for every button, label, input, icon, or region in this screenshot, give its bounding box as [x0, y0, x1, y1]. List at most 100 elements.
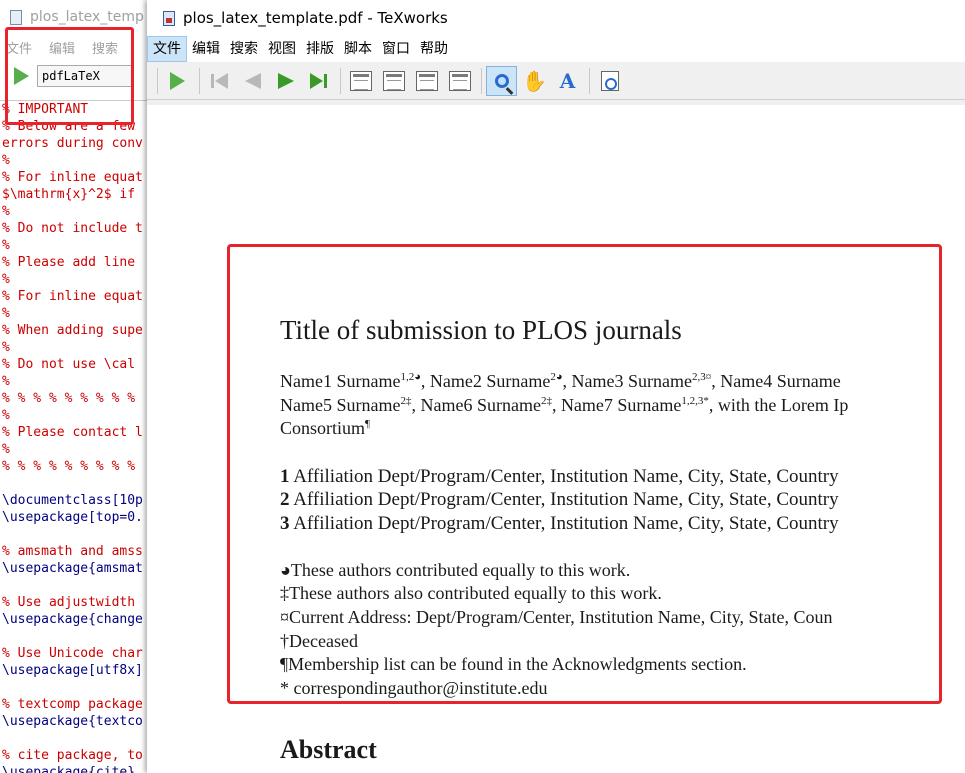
code-line: % textcomp package — [2, 697, 143, 712]
note-also-equal: ‡These authors also contributed equally … — [280, 583, 662, 603]
author-affil: 2‡ — [540, 395, 552, 407]
actual-size-button[interactable] — [345, 66, 376, 96]
next-page-button[interactable] — [270, 66, 301, 96]
source-code-area[interactable]: % IMPORTANT % Below are a few errors durin… — [0, 100, 147, 773]
paper-title: Title of submission to PLOS journals — [280, 315, 682, 345]
code-line: \documentclass[10p — [2, 493, 143, 508]
editor-menu-edit[interactable]: 编辑 — [49, 38, 75, 57]
menu-view[interactable]: 视图 — [263, 36, 301, 62]
menu-scripts[interactable]: 脚本 — [339, 36, 377, 62]
code-line: % — [2, 306, 10, 321]
affiliation-text: Affiliation Dept/Program/Center, Institu… — [289, 513, 839, 534]
code-line: \usepackage{textco — [2, 714, 143, 729]
code-line: % For inline equat — [2, 289, 143, 304]
toolbar-separator — [157, 67, 158, 94]
code-line: % — [2, 238, 10, 253]
code-line: % IMPORTANT — [2, 102, 89, 117]
code-line: $\mathrm{x}^2$ if — [2, 187, 136, 202]
code-line: % — [2, 408, 10, 423]
author-name: Consortium — [280, 418, 366, 438]
select-text-button[interactable]: A — [552, 66, 583, 96]
viewer-titlebar: plos_latex_template.pdf - TeXworks — [147, 0, 965, 36]
code-line: % Use Unicode char — [2, 646, 143, 661]
editor-menu-search[interactable]: 搜索 — [92, 38, 118, 57]
typeset-engine-select[interactable]: pdfLaTeX — [37, 65, 133, 87]
last-page-icon — [310, 72, 327, 89]
code-line: % Do not use \cal — [2, 357, 136, 372]
fit-window-button[interactable] — [444, 66, 475, 96]
actual-size-icon — [349, 70, 372, 91]
affiliation-1: 1 Affiliation Dept/Program/Center, Insti… — [280, 466, 839, 488]
hand-icon: ✋ — [522, 68, 547, 93]
next-page-icon — [277, 72, 294, 89]
magnifier-icon — [494, 73, 509, 88]
author-affil: 1,2◕ — [400, 371, 421, 383]
author-name: , Name6 Surname — [411, 395, 541, 415]
pdf-page-view[interactable]: Title of submission to PLOS journals Nam… — [147, 105, 965, 773]
code-line: errors during conv — [2, 136, 143, 151]
fit-width-button[interactable] — [378, 66, 409, 96]
menu-edit[interactable]: 编辑 — [187, 36, 225, 62]
menu-window[interactable]: 窗口 — [377, 36, 415, 62]
editor-menubar: 文件 编辑 搜索 — [0, 34, 147, 60]
menu-file[interactable]: 文件 — [147, 36, 187, 62]
editor-titlebar: plos_latex_temp — [0, 0, 147, 34]
text-select-icon: A — [559, 68, 576, 93]
pdf-document-icon — [163, 10, 175, 26]
find-button[interactable] — [594, 66, 625, 96]
author-name: , Name4 Surname — [711, 371, 841, 391]
viewer-toolbar: ✋ A — [147, 62, 965, 100]
find-icon — [600, 70, 619, 91]
scroll-tool-button[interactable]: ✋ — [519, 66, 550, 96]
pdf-viewer-window[interactable]: plos_latex_template.pdf - TeXworks 文件 编辑… — [147, 0, 965, 773]
first-page-button[interactable] — [204, 66, 235, 96]
note-deceased: †Deceased — [280, 631, 358, 651]
source-editor-window[interactable]: plos_latex_temp 文件 编辑 搜索 pdfLaTeX % IMPO… — [0, 0, 147, 773]
abstract-heading: Abstract — [280, 735, 377, 764]
previous-page-button[interactable] — [237, 66, 268, 96]
editor-menu-file[interactable]: 文件 — [6, 38, 32, 57]
toolbar-separator — [589, 67, 590, 94]
author-name: , with the Lorem Ip — [708, 395, 849, 415]
code-line: % — [2, 442, 10, 457]
authors-line-1: Name1 Surname1,2◕, Name2 Surname2◕, Name… — [280, 371, 841, 392]
author-affil: 2‡ — [400, 395, 412, 407]
toolbar-separator — [199, 67, 200, 94]
typeset-play-icon[interactable] — [14, 67, 29, 85]
authors-line-3: Consortium¶ — [280, 418, 370, 439]
code-line: \usepackage{cite} — [2, 765, 136, 773]
author-affil: 1,2,3* — [681, 395, 709, 407]
code-line: % — [2, 153, 10, 168]
author-name: , Name3 Surname — [562, 371, 692, 391]
menu-help[interactable]: 帮助 — [415, 36, 453, 62]
code-line: % When adding supe — [2, 323, 143, 338]
menu-search[interactable]: 搜索 — [225, 36, 263, 62]
author-name: Name5 Surname — [280, 395, 401, 415]
editor-title: plos_latex_temp — [30, 9, 144, 25]
affiliation-text: Affiliation Dept/Program/Center, Institu… — [289, 489, 839, 510]
author-affil: 2◕ — [550, 371, 563, 383]
author-name: , Name2 Surname — [420, 371, 551, 391]
fit-page-button[interactable] — [411, 66, 442, 96]
code-line: % — [2, 340, 10, 355]
code-line: % Below are a few — [2, 119, 136, 134]
code-line: % amsmath and amss — [2, 544, 143, 559]
toolbar-separator — [340, 67, 341, 94]
menu-typeset[interactable]: 排版 — [301, 36, 339, 62]
magnify-tool-button[interactable] — [486, 65, 517, 96]
last-page-button[interactable] — [303, 66, 334, 96]
code-line: \usepackage{amsmat — [2, 561, 143, 576]
author-name: Name1 Surname — [280, 371, 401, 391]
note-equal-contribution: ◕These authors contributed equally to th… — [280, 560, 631, 580]
authors-line-2: Name5 Surname2‡, Name6 Surname2‡, Name7 … — [280, 395, 848, 416]
author-name: , Name7 Surname — [551, 395, 682, 415]
toolbar-separator — [481, 67, 482, 94]
first-page-icon — [211, 72, 228, 89]
note-corresponding-author: * correspondingauthor@institute.edu — [280, 678, 548, 698]
typeset-button[interactable] — [162, 66, 193, 96]
code-line: \usepackage{change — [2, 612, 143, 627]
